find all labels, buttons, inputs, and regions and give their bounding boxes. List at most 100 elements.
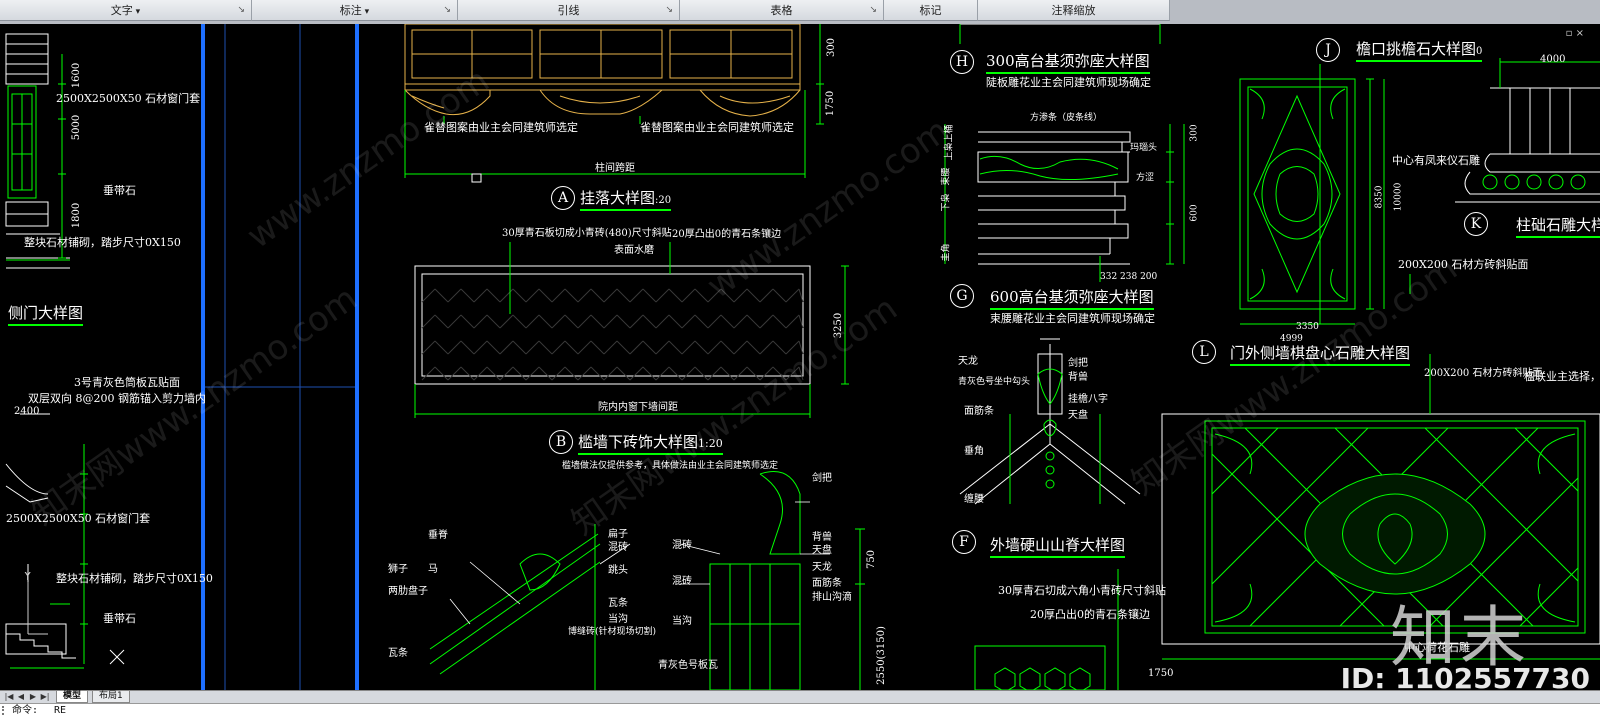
dialog-launcher-icon[interactable]: ↘ — [443, 0, 451, 21]
first-tab-icon[interactable]: |◀ — [4, 691, 14, 702]
dim-600-h: 600 — [1189, 204, 1200, 222]
note-a-bracket-right: 雀替图案由业主会同建筑师选定 — [640, 121, 794, 134]
last-tab-icon[interactable]: ▶| — [40, 691, 50, 702]
close-icon[interactable]: ▫ × — [1566, 28, 1584, 39]
ribbon-panel-dimension-label: 标注 — [340, 4, 369, 17]
label-mianmotiao: 面筋条 — [812, 578, 842, 589]
note-sill-1: 垂带石 — [103, 184, 136, 197]
detail-title-side-door: 侧门大样图 — [8, 302, 84, 326]
label-dangou-2: 当沟 — [672, 616, 692, 627]
label-tianlong-f: 天龙 — [958, 356, 978, 367]
tab-layout1[interactable]: 布局1 — [92, 691, 130, 703]
detail-marker-j: J — [1316, 38, 1340, 62]
grip-handle[interactable] — [2, 706, 9, 715]
command-input[interactable]: RE — [54, 704, 66, 717]
detail-marker-a: A — [551, 186, 575, 210]
detail-marker-h: H — [950, 50, 974, 74]
ribbon-panel-leader[interactable]: 引线 ↘ — [458, 0, 680, 21]
dim-1600: 1600 — [71, 62, 83, 89]
label-shizi: 狮子 — [388, 564, 408, 575]
ribbon-panel-markup[interactable]: 标记 — [884, 0, 978, 21]
note-door-trim-1: 2500X2500X50 石材窗门套 — [56, 92, 201, 105]
label-guijiao: 圭角 — [941, 243, 952, 262]
label-liangzhao: 两肋盘子 — [388, 586, 428, 597]
ribbon-panel-dimension[interactable]: 标注 ↘ — [252, 0, 458, 21]
prev-tab-icon[interactable]: ◀ — [16, 691, 26, 702]
ribbon-panel-text-label: 文字 — [111, 4, 140, 17]
ribbon-empty-area — [1170, 0, 1600, 24]
command-label: 命令: — [12, 705, 39, 716]
ribbon-panel-bar: 文字 ↘ 标注 ↘ 引线 ↘ 表格 ↘ 标记 注释缩放 — [0, 0, 1600, 24]
dim-2550: 2550(3150) — [875, 626, 887, 685]
dialog-launcher-icon[interactable]: ↘ — [665, 0, 673, 21]
dim-1800: 1800 — [71, 202, 83, 229]
label-tiaotou: 跳头 — [608, 565, 628, 576]
label-jianba: 剑把 — [812, 473, 832, 484]
brand-id: ID: 1102557730 — [1340, 662, 1590, 690]
dim-300: 300 — [826, 37, 838, 58]
label-mashou: 玛瑙头 — [1130, 143, 1158, 153]
ribbon-panel-leader-label: 引线 — [557, 4, 580, 17]
dim-10000: 10000 — [1393, 182, 1404, 212]
detail-title-a: 挂落大样图:20 — [580, 187, 672, 211]
label-fangcan: 方渗条（皮条线） — [1030, 113, 1103, 123]
label-shuyao: 束腰 — [941, 167, 952, 186]
label-ma: 马 — [428, 564, 438, 575]
ribbon-panel-table[interactable]: 表格 ↘ — [680, 0, 884, 21]
drawing-canvas[interactable]: 2500X2500X50 石材窗门套 垂带石 整块石材铺砌，踏步尺寸0X150 … — [0, 24, 1600, 690]
next-tab-icon[interactable]: ▶ — [28, 691, 38, 702]
dialog-launcher-icon[interactable]: ↘ — [237, 0, 245, 21]
label-wangtiao: 瓦条 — [388, 648, 408, 659]
label-jiaoban: 瓦条 — [608, 598, 628, 609]
detail-title-a-text: 挂落大样图 — [580, 189, 656, 207]
note-sill-2: 垂带石 — [103, 612, 136, 625]
label-wanzi: 混砖 — [608, 542, 628, 553]
ribbon-panel-annotation-scaling[interactable]: 注释缩放 — [978, 0, 1170, 21]
note-pave-1: 整块石材铺砌，踏步尺寸0X150 — [24, 236, 181, 249]
layout-tab-bar: |◀ ◀ ▶ ▶| 模型 布局1 — [0, 690, 1600, 703]
label-tianpan: 天盘 — [812, 545, 832, 556]
detail-title-j-scale: 0 — [1476, 46, 1483, 57]
label-bianzhu: 博缝砖(针材现场切割) — [568, 627, 657, 637]
dim-300-h: 300 — [1189, 124, 1200, 142]
detail-marker-g: G — [950, 284, 974, 308]
note-j-center: 中心有凤来仪石雕 — [1392, 154, 1480, 167]
label-chuihu: 垂脊 — [428, 530, 448, 541]
note-pave-2: 整块石材铺砌，踏步尺寸0X150 — [56, 572, 213, 585]
note-g-sub: 束腰雕花业主会同建筑师现场确定 — [990, 312, 1155, 325]
note-f-edging: 20厚凸出0的青石条镶边 — [1030, 608, 1150, 621]
note-b-span: 院内内窗下墙间距 — [598, 402, 678, 413]
detail-title-f: 外墙硬山山脊大样图 — [990, 534, 1126, 558]
note-tile: 3号青灰色筒板瓦贴面 — [74, 376, 180, 389]
ribbon-panel-table-label: 表格 — [770, 4, 793, 17]
dim-750: 750 — [866, 549, 878, 570]
dim-8350: 8350 — [1374, 185, 1385, 209]
dialog-launcher-icon[interactable]: ↘ — [869, 0, 877, 21]
label-qingqi: 青灰色号坐中勾头 — [958, 377, 1031, 387]
detail-title-a-scale: :20 — [655, 195, 672, 206]
label-fangse: 方涩 — [1136, 173, 1155, 183]
note-a-span: 柱间跨距 — [595, 163, 635, 174]
dim-2400: 2400 — [14, 406, 40, 417]
dim-5000: 5000 — [71, 114, 83, 141]
label-wanzi-2: 混砖 — [672, 540, 692, 551]
label-guaxi: 挂檐八字 — [1068, 394, 1108, 405]
label-tuanzhu: 缠腰 — [964, 494, 984, 505]
detail-marker-f: F — [952, 530, 976, 554]
note-b-brick-finish: 表面水磨 — [614, 245, 654, 256]
detail-title-g: 600高台基须弥座大样图 — [990, 286, 1154, 310]
detail-marker-k: K — [1464, 212, 1488, 236]
label-tianlong: 天龙 — [812, 562, 832, 573]
dim-1750: 1750 — [825, 90, 837, 117]
ribbon-panel-text[interactable]: 文字 ↘ — [0, 0, 252, 21]
ucs-icon: Y — [23, 572, 48, 635]
dim-1750-l: 1750 — [1148, 668, 1174, 679]
dim-332: 332 238 200 — [1100, 272, 1158, 282]
label-dangou: 当沟 — [608, 614, 628, 625]
detail-title-j: 檐口挑檐石大样图0 — [1356, 38, 1483, 62]
command-line[interactable]: 命令: RE — [0, 703, 1600, 717]
note-l-couplet: 楹联业主选择，石 — [1524, 370, 1600, 383]
tab-model[interactable]: 模型 — [56, 691, 89, 703]
svg-text:Y: Y — [23, 572, 32, 583]
ribbon-panel-markup-label: 标记 — [919, 4, 942, 17]
